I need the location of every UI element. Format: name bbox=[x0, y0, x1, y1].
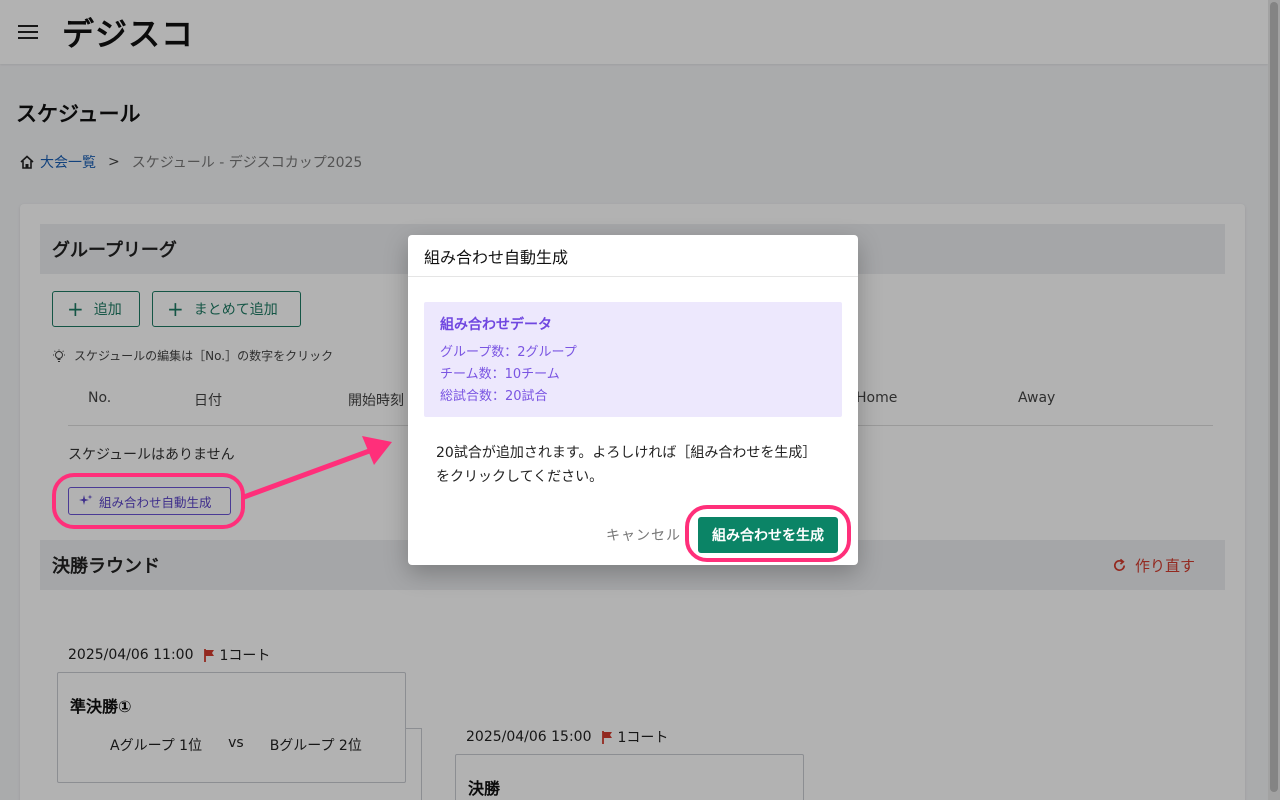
combination-info-box: 組み合わせデータ グループ数：2グループ チーム数：10チーム 総試合数：20試… bbox=[424, 302, 842, 417]
dialog-message-line-2: をクリックしてください。 bbox=[436, 469, 604, 485]
dialog-title: 組み合わせ自動生成 bbox=[408, 235, 858, 277]
dialog-message-line-1: 20試合が追加されます。よろしければ［組み合わせを生成］ bbox=[436, 445, 817, 461]
info-match-count: 総試合数：20試合 bbox=[440, 389, 548, 404]
info-title: 組み合わせデータ bbox=[440, 317, 552, 333]
info-team-count: チーム数：10チーム bbox=[440, 367, 560, 382]
highlight-ring-generate bbox=[685, 505, 851, 562]
info-group-count: グループ数：2グループ bbox=[440, 345, 577, 360]
dialog-message: 20試合が追加されます。よろしければ［組み合わせを生成］ をクリックしてください… bbox=[436, 441, 836, 489]
cancel-button[interactable]: キャンセル bbox=[606, 525, 681, 545]
